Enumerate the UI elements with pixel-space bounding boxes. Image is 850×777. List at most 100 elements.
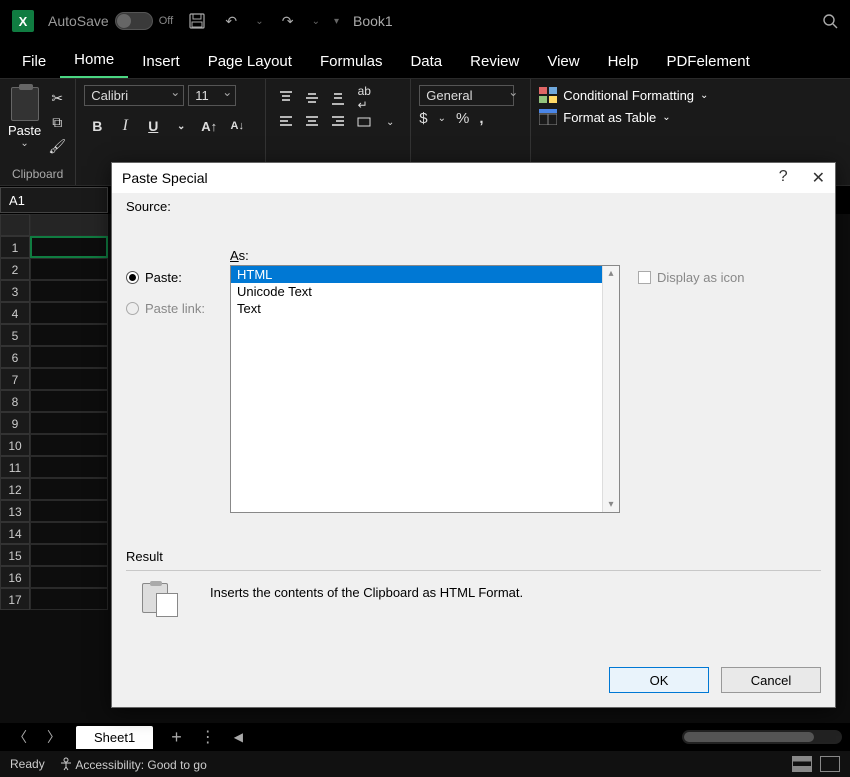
save-icon[interactable]	[187, 11, 207, 31]
conditional-formatting-button[interactable]: Conditional Formatting ⌄	[539, 87, 842, 103]
underline-button[interactable]: U	[140, 114, 166, 138]
accounting-format-button[interactable]: $	[419, 110, 427, 127]
tab-help[interactable]: Help	[594, 47, 653, 78]
row-header[interactable]: 10	[0, 434, 30, 456]
increase-font-button[interactable]: A↑	[196, 114, 222, 138]
tab-home[interactable]: Home	[60, 45, 128, 78]
undo-icon[interactable]: ↶	[221, 11, 241, 31]
paste-radio[interactable]: Paste:	[126, 270, 214, 285]
tab-page-layout[interactable]: Page Layout	[194, 47, 306, 78]
ok-button[interactable]: OK	[609, 667, 709, 693]
row-header[interactable]: 6	[0, 346, 30, 368]
cell[interactable]	[30, 368, 108, 390]
merge-center-button[interactable]	[352, 111, 376, 133]
horizontal-scrollbar[interactable]	[682, 730, 842, 744]
row-header[interactable]: 14	[0, 522, 30, 544]
cell[interactable]	[30, 500, 108, 522]
cell[interactable]	[30, 588, 108, 610]
row-header[interactable]: 16	[0, 566, 30, 588]
comma-format-button[interactable]: ,	[479, 110, 483, 127]
row-header[interactable]: 9	[0, 412, 30, 434]
italic-button[interactable]: I	[112, 114, 138, 138]
cell[interactable]	[30, 566, 108, 588]
autosave-toggle[interactable]: AutoSave Off	[48, 12, 173, 30]
row-header[interactable]: 13	[0, 500, 30, 522]
row-header[interactable]: 15	[0, 544, 30, 566]
page-layout-view-icon[interactable]	[820, 756, 840, 772]
cell[interactable]	[30, 280, 108, 302]
number-format-select[interactable]	[419, 85, 514, 106]
paste-dropdown-caret[interactable]: ⌄	[20, 138, 28, 149]
scroll-left-arrow[interactable]: ◀	[234, 730, 243, 744]
cell[interactable]	[30, 434, 108, 456]
normal-view-icon[interactable]	[792, 756, 812, 772]
row-header[interactable]: 2	[0, 258, 30, 280]
tab-file[interactable]: File	[8, 47, 60, 78]
list-item-html[interactable]: HTML	[231, 266, 619, 283]
redo-icon[interactable]: ↷	[278, 11, 298, 31]
name-box[interactable]	[0, 187, 108, 213]
row-header[interactable]: 12	[0, 478, 30, 500]
cell[interactable]	[30, 522, 108, 544]
accessibility-status[interactable]: Accessibility: Good to go	[59, 757, 207, 772]
bold-button[interactable]: B	[84, 114, 110, 138]
align-bottom-button[interactable]	[326, 87, 350, 109]
copy-icon[interactable]: ⧉	[47, 113, 67, 131]
cell[interactable]	[30, 258, 108, 280]
qat-customize-caret[interactable]: ▾	[334, 16, 339, 27]
tab-formulas[interactable]: Formulas	[306, 47, 397, 78]
align-middle-button[interactable]	[300, 87, 324, 109]
dialog-help-button[interactable]: ?	[779, 168, 788, 188]
list-item-unicode-text[interactable]: Unicode Text	[231, 283, 619, 300]
accounting-dropdown[interactable]: ⌄	[438, 113, 446, 124]
decrease-font-button[interactable]: A↓	[224, 114, 250, 138]
row-header[interactable]: 17	[0, 588, 30, 610]
format-painter-icon[interactable]: 🖌	[47, 137, 67, 155]
redo-dropdown-caret[interactable]: ⌄	[312, 16, 320, 27]
list-item-text[interactable]: Text	[231, 300, 619, 317]
format-listbox[interactable]: HTML Unicode Text Text ▴▾	[230, 265, 620, 513]
tab-pdfelement[interactable]: PDFelement	[652, 47, 763, 78]
cell[interactable]	[30, 544, 108, 566]
align-left-button[interactable]	[274, 111, 298, 133]
cell[interactable]	[30, 390, 108, 412]
merge-dropdown[interactable]: ⌄	[378, 111, 402, 133]
col-header[interactable]	[30, 214, 108, 236]
row-header[interactable]: 1	[0, 236, 30, 258]
font-name-select[interactable]	[84, 85, 184, 106]
cell[interactable]	[30, 456, 108, 478]
row-header[interactable]: 5	[0, 324, 30, 346]
cell[interactable]	[30, 302, 108, 324]
percent-format-button[interactable]: %	[456, 110, 469, 127]
listbox-scrollbar[interactable]: ▴▾	[602, 266, 619, 512]
row-header[interactable]: 11	[0, 456, 30, 478]
toggle-track[interactable]	[115, 12, 153, 30]
align-center-button[interactable]	[300, 111, 324, 133]
sheet-options-icon[interactable]: ⋮	[200, 727, 216, 747]
search-area[interactable]	[608, 9, 838, 33]
cell-a1[interactable]	[30, 236, 108, 258]
tab-view[interactable]: View	[533, 47, 593, 78]
select-all-corner[interactable]	[0, 214, 30, 236]
sheet-nav-prev[interactable]: 〈	[8, 725, 32, 749]
cell[interactable]	[30, 346, 108, 368]
dialog-close-button[interactable]: ✕	[812, 168, 825, 188]
align-right-button[interactable]	[326, 111, 350, 133]
tab-review[interactable]: Review	[456, 47, 533, 78]
cell[interactable]	[30, 478, 108, 500]
undo-dropdown-caret[interactable]: ⌄	[255, 16, 263, 27]
format-as-table-button[interactable]: Format as Table ⌄	[539, 109, 842, 125]
sheet-nav-next[interactable]: 〉	[42, 725, 66, 749]
add-sheet-button[interactable]: +	[163, 727, 190, 748]
cell[interactable]	[30, 324, 108, 346]
sheet-tab-sheet1[interactable]: Sheet1	[76, 726, 153, 749]
tab-data[interactable]: Data	[396, 47, 456, 78]
align-top-button[interactable]	[274, 87, 298, 109]
wrap-text-button[interactable]: ab↵	[352, 87, 376, 109]
tab-insert[interactable]: Insert	[128, 47, 194, 78]
row-header[interactable]: 4	[0, 302, 30, 324]
row-header[interactable]: 8	[0, 390, 30, 412]
cancel-button[interactable]: Cancel	[721, 667, 821, 693]
paste-button[interactable]: Paste ⌄	[8, 83, 41, 149]
cell[interactable]	[30, 412, 108, 434]
